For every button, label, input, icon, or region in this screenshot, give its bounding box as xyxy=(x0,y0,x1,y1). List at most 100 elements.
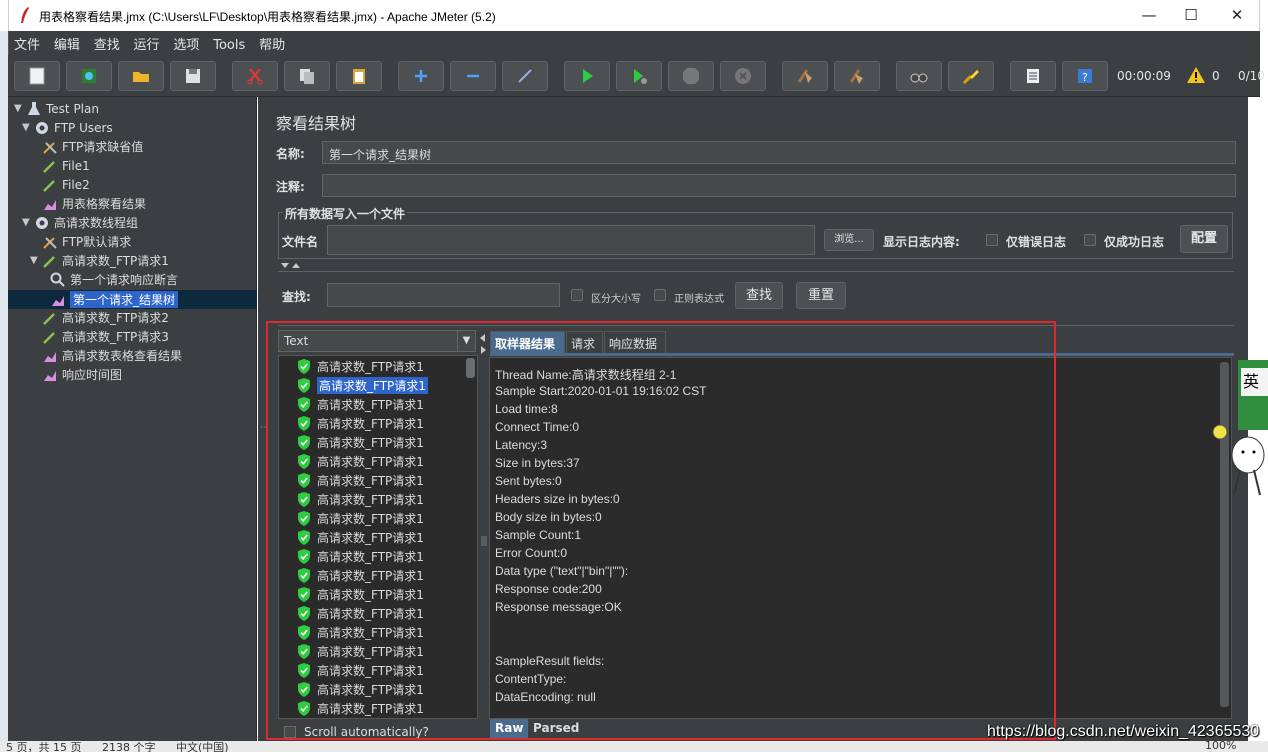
reset-search-button[interactable] xyxy=(948,61,994,91)
templates-button[interactable] xyxy=(66,61,112,91)
errors-only-checkbox[interactable] xyxy=(986,234,998,246)
menu-search[interactable]: 查找 xyxy=(89,31,125,53)
clear-button[interactable] xyxy=(782,61,828,91)
write-to-file-legend: 所有数据写入一个文件 xyxy=(283,205,408,222)
tree-node-ftp-request2[interactable]: 高请求数_FTP请求2 xyxy=(42,308,169,327)
play-no-pause-icon xyxy=(634,69,647,84)
menu-edit[interactable]: 编辑 xyxy=(49,31,85,53)
reset-search-button[interactable]: 重置 xyxy=(796,282,846,309)
collapse-arrows-icon[interactable] xyxy=(280,262,302,270)
browse-button[interactable]: 浏览... xyxy=(824,229,874,251)
expand-button[interactable] xyxy=(398,61,444,91)
search-button[interactable] xyxy=(896,61,942,91)
write-to-file-group: 所有数据写入一个文件 文件名 浏览... 显示日志内容: 仅错误日志 仅成功日志… xyxy=(278,205,1233,259)
start-button[interactable] xyxy=(564,61,610,91)
regex-checkbox[interactable] xyxy=(654,289,666,301)
stop-button[interactable] xyxy=(668,61,714,91)
menu-help[interactable]: 帮助 xyxy=(254,31,290,53)
shutdown-icon xyxy=(735,68,751,84)
maximize-button[interactable]: ☐ xyxy=(1176,4,1206,26)
regex-label: 正则表达式 xyxy=(674,294,724,305)
menu-file[interactable]: 文件 xyxy=(9,31,45,53)
help-button[interactable]: ? xyxy=(1062,61,1108,91)
tree-label-selected: 第一个请求_结果树 xyxy=(70,291,179,308)
collapse-button[interactable] xyxy=(450,61,496,91)
menu-bar: 文件 编辑 查找 运行 选项 Tools 帮助 xyxy=(8,31,1260,55)
warning-icon[interactable] xyxy=(1186,66,1206,84)
menu-tools[interactable]: Tools xyxy=(208,35,250,53)
svg-text:?: ? xyxy=(1082,71,1088,84)
chart-icon xyxy=(44,351,56,362)
toggle-button[interactable] xyxy=(502,61,548,91)
tree-node-file2[interactable]: File2 xyxy=(42,175,90,194)
wand-icon xyxy=(518,69,532,83)
brush-icon xyxy=(962,70,979,85)
tree-label: 高请求数_FTP请求1 xyxy=(62,254,169,268)
play-icon xyxy=(583,69,593,83)
close-button[interactable]: ✕ xyxy=(1222,4,1252,26)
tree-node-table-results[interactable]: 用表格察看结果 xyxy=(42,194,146,213)
search-submit-button[interactable]: 查找 xyxy=(735,282,783,309)
window-title: 用表格察看结果.jmx (C:\Users\LF\Desktop\用表格察看结果… xyxy=(39,10,496,24)
name-field[interactable]: 第一个请求_结果树 xyxy=(322,141,1236,164)
function-helper-button[interactable] xyxy=(1010,61,1056,91)
start-no-pauses-button[interactable] xyxy=(616,61,662,91)
tree-node-ftp-users[interactable]: ▼ FTP Users xyxy=(22,118,113,137)
configure-button[interactable]: 配置 xyxy=(1180,225,1228,253)
active-threads: 0/10 xyxy=(1238,69,1265,83)
new-button[interactable] xyxy=(14,61,60,91)
minimize-button[interactable]: — xyxy=(1134,4,1164,26)
rabbit-sticker-icon: 英 xyxy=(1212,360,1268,496)
search-input[interactable] xyxy=(327,283,560,307)
paste-button[interactable] xyxy=(336,61,382,91)
tree-label: FTP请求缺省值 xyxy=(62,140,144,154)
tree-node-ftp-default-request[interactable]: FTP默认请求 xyxy=(42,232,131,251)
case-sensitive-checkbox[interactable] xyxy=(571,289,583,301)
open-button[interactable] xyxy=(118,61,164,91)
tree-node-ftp-defaults[interactable]: FTP请求缺省值 xyxy=(42,137,143,156)
tree-node-ftp-request3[interactable]: 高请求数_FTP请求3 xyxy=(42,327,169,346)
tree-node-response-assertion[interactable]: 第一个请求响应断言 xyxy=(50,270,178,289)
cut-button[interactable] xyxy=(232,61,278,91)
panel-title: 察看结果树 xyxy=(276,114,357,133)
tree-label: File2 xyxy=(62,177,90,192)
tree-node-table-view[interactable]: 高请求数表格查看结果 xyxy=(42,346,182,365)
tree-node-ftp-request1[interactable]: ▼ 高请求数_FTP请求1 xyxy=(30,251,169,270)
split-pane-divider[interactable]: ⋮ xyxy=(258,97,270,752)
pipette-icon xyxy=(43,179,55,192)
wrench-icon xyxy=(43,141,57,154)
menu-options[interactable]: 选项 xyxy=(168,31,204,53)
comment-field[interactable] xyxy=(322,174,1236,197)
tree-label: 高请求数表格查看结果 xyxy=(62,349,183,363)
page-count: 5 页，共 15 页 xyxy=(6,741,82,752)
filename-label: 文件名 xyxy=(282,235,319,249)
tree-node-test-plan[interactable]: ▼ Test Plan xyxy=(14,99,99,118)
filename-field[interactable] xyxy=(327,225,815,255)
binoculars-icon xyxy=(910,73,928,83)
tree-label: FTP默认请求 xyxy=(62,235,132,249)
expand-arrow-icon[interactable]: ▼ xyxy=(30,255,40,266)
tree-node-file1[interactable]: File1 xyxy=(42,156,90,175)
expand-arrow-icon[interactable]: ▼ xyxy=(22,217,32,228)
test-plan-icon xyxy=(28,101,40,115)
expand-arrow-icon[interactable]: ▼ xyxy=(22,122,32,133)
tree-node-thread-group[interactable]: ▼ 高请求数线程组 xyxy=(22,213,138,232)
expand-arrow-icon[interactable]: ▼ xyxy=(14,103,24,114)
menu-run[interactable]: 运行 xyxy=(129,31,165,53)
copy-button[interactable] xyxy=(284,61,330,91)
clear-all-button[interactable] xyxy=(834,61,880,91)
word-count: 2138 个字 xyxy=(102,741,156,752)
tree-node-response-time-graph[interactable]: 响应时间图 xyxy=(42,365,122,384)
success-only-checkbox[interactable] xyxy=(1084,234,1096,246)
pipette-icon xyxy=(43,331,55,344)
tree-label: 第一个请求响应断言 xyxy=(70,273,179,287)
minus-icon xyxy=(467,74,479,78)
errors-only-label: 仅错误日志 xyxy=(1006,235,1067,249)
shutdown-button[interactable] xyxy=(720,61,766,91)
tree-label: Test Plan xyxy=(46,101,99,116)
tree-node-results-tree[interactable]: 第一个请求_结果树 xyxy=(50,290,179,309)
gear-icon xyxy=(36,121,48,134)
test-plan-tree: ▼ Test Plan ▼ FTP Users FTP请求缺省值 File1 F… xyxy=(8,97,257,752)
save-button[interactable] xyxy=(170,61,216,91)
elapsed-timer: 00:00:09 xyxy=(1117,69,1171,83)
